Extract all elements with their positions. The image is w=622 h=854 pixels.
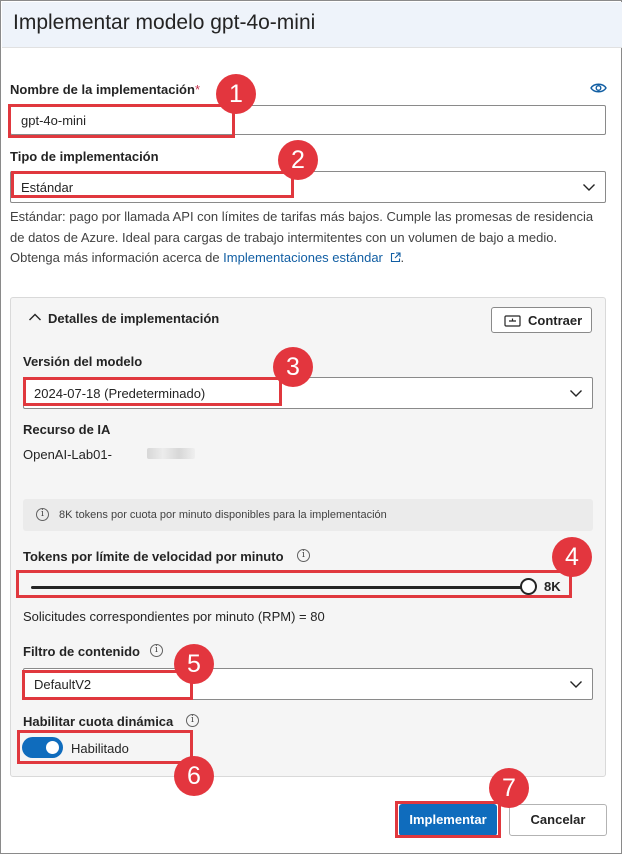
dialog-header: Implementar modelo gpt-4o-mini bbox=[2, 2, 622, 48]
info-icon[interactable]: i bbox=[297, 549, 310, 562]
dynamic-quota-label: Habilitar cuota dinámica bbox=[23, 714, 174, 729]
rate-limit-slider-track[interactable] bbox=[31, 586, 528, 589]
info-icon: i bbox=[36, 508, 49, 521]
details-header[interactable]: Detalles de implementación bbox=[48, 311, 219, 326]
quota-info-text: 8K tokens por cuota por minuto disponibl… bbox=[59, 509, 387, 521]
dialog-title: Implementar modelo gpt-4o-mini bbox=[13, 11, 316, 34]
info-icon[interactable]: i bbox=[186, 714, 199, 727]
rate-limit-value: 8K bbox=[544, 579, 561, 594]
info-icon[interactable]: i bbox=[150, 644, 163, 657]
annotation-badge-1: 1 bbox=[216, 74, 256, 114]
toggle-knob bbox=[46, 741, 59, 754]
ai-resource-value: OpenAI-Lab01- bbox=[23, 447, 112, 462]
model-version-value: 2024-07-18 (Predeterminado) bbox=[34, 386, 206, 401]
deployment-name-label: Nombre de la implementación* bbox=[10, 82, 200, 97]
quota-info-banner: i 8K tokens por cuota por minuto disponi… bbox=[23, 499, 593, 531]
chevron-down-icon bbox=[583, 184, 595, 191]
deployment-type-label: Tipo de implementación bbox=[10, 149, 159, 164]
annotation-badge-3: 3 bbox=[273, 347, 313, 387]
annotation-badge-5: 5 bbox=[174, 644, 214, 684]
deploy-button[interactable]: Implementar bbox=[399, 804, 497, 836]
chevron-up-icon[interactable] bbox=[28, 312, 42, 322]
deployment-type-description: Estándar: pago por llamada API con límit… bbox=[10, 209, 594, 265]
rate-limit-slider-thumb[interactable] bbox=[520, 578, 537, 595]
content-filter-select[interactable]: DefaultV2 bbox=[23, 668, 593, 700]
rate-limit-label: Tokens por límite de velocidad por minut… bbox=[23, 549, 284, 564]
chevron-down-icon bbox=[570, 681, 582, 688]
model-version-label: Versión del modelo bbox=[23, 354, 143, 369]
required-asterisk: * bbox=[194, 82, 200, 97]
external-link-icon[interactable] bbox=[390, 252, 401, 263]
cancel-button[interactable]: Cancelar bbox=[509, 804, 607, 836]
ai-resource-label: Recurso de IA bbox=[23, 422, 111, 437]
dynamic-quota-toggle[interactable] bbox=[22, 737, 63, 758]
chevron-down-icon bbox=[570, 390, 582, 397]
deployment-name-label-text: Nombre de la implementación bbox=[10, 82, 195, 97]
annotation-badge-6: 6 bbox=[174, 756, 214, 796]
model-version-select[interactable]: 2024-07-18 (Predeterminado) bbox=[23, 377, 593, 409]
annotation-badge-7: 7 bbox=[489, 768, 529, 808]
collapse-icon bbox=[504, 315, 521, 327]
content-filter-value: DefaultV2 bbox=[34, 677, 92, 692]
collapse-button[interactable]: Contraer bbox=[491, 307, 592, 333]
rpm-text: Solicitudes correspondientes por minuto … bbox=[23, 609, 325, 624]
eye-icon[interactable] bbox=[590, 82, 607, 94]
content-filter-label: Filtro de contenido bbox=[23, 644, 140, 659]
annotation-badge-2: 2 bbox=[278, 140, 318, 180]
standard-deployments-link[interactable]: Implementaciones estándar bbox=[223, 250, 383, 265]
deploy-model-dialog: Implementar modelo gpt-4o-mini Nombre de… bbox=[0, 0, 622, 854]
deployment-name-input[interactable]: gpt-4o-mini bbox=[10, 105, 606, 135]
collapse-label: Contraer bbox=[528, 313, 583, 328]
annotation-badge-4: 4 bbox=[552, 537, 592, 577]
redacted-resource-suffix bbox=[147, 448, 195, 459]
dynamic-quota-state: Habilitado bbox=[71, 741, 129, 756]
deployment-type-value: Estándar bbox=[21, 180, 74, 195]
